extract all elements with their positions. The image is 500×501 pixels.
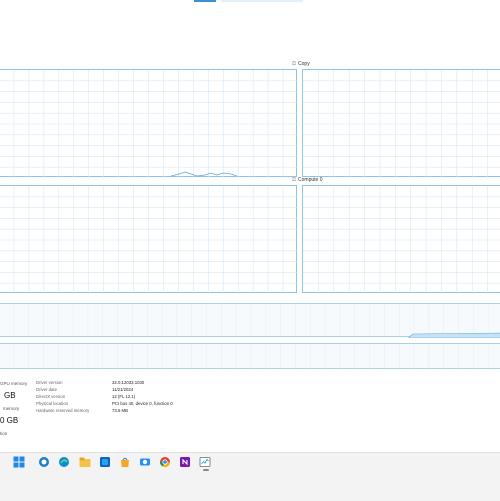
- gpu-engine-graph-3d: [0, 69, 298, 178]
- tab-other[interactable]: [221, 0, 303, 2]
- search-icon[interactable]: [38, 456, 50, 468]
- outlook-icon[interactable]: [99, 456, 111, 468]
- active-app-indicator: [203, 469, 209, 471]
- dedicated-memory-label: GPU memory: [0, 381, 28, 386]
- file-explorer-icon[interactable]: [79, 456, 91, 468]
- detail-value: PCI bus 40, device 0, function 0: [112, 401, 173, 406]
- graph-label-text: Compute 0: [298, 177, 323, 183]
- graph-grid: [0, 186, 298, 294]
- top-tab-strip: [0, 0, 500, 4]
- taskbar: [0, 452, 500, 501]
- task-manager-icon[interactable]: [199, 456, 211, 468]
- graph-grid: [0, 70, 298, 178]
- detail-value: 32.0.12033.1030: [112, 380, 145, 385]
- ms-store-icon[interactable]: [119, 456, 131, 468]
- gpu-engine-graph-copy: [302, 69, 500, 178]
- detail-key: DirectX version: [36, 394, 66, 399]
- extra-stat-label: tion: [0, 431, 8, 436]
- strip-graph: [13, 344, 489, 370]
- usage-line: [170, 171, 238, 177]
- graph-label-icon: ⎚: [292, 61, 297, 67]
- graph-label-copy: ⎚ Copy: [292, 61, 310, 67]
- camera-icon[interactable]: [139, 456, 151, 468]
- gpu-engine-graph-compute: [302, 185, 500, 294]
- graph-grid: [303, 70, 500, 178]
- dedicated-memory-value: GB: [4, 391, 16, 400]
- detail-key: Driver date: [36, 387, 58, 392]
- edge-icon[interactable]: [58, 456, 70, 468]
- graph-label-text: Copy: [298, 61, 310, 67]
- graph-label-compute: ⎚ Compute 0: [292, 177, 322, 183]
- graph-grid: [303, 186, 500, 294]
- shared-memory-value: 0 GB: [0, 416, 19, 425]
- onenote-icon[interactable]: [179, 456, 191, 468]
- start-icon[interactable]: [13, 456, 25, 468]
- detail-key: Hardware reserved memory: [36, 408, 90, 413]
- detail-value: 11/21/2024: [112, 387, 134, 392]
- detail-value: 73.6 MB: [112, 408, 129, 413]
- detail-key: Physical location: [36, 401, 69, 406]
- dedicated-memory-usage-strip: [0, 303, 500, 338]
- chrome-icon[interactable]: [159, 456, 171, 468]
- strip-graph: [13, 304, 500, 338]
- shared-memory-label: memory: [3, 406, 20, 411]
- detail-value: 12 (FL 12.1): [112, 394, 136, 399]
- shared-memory-usage-strip: [0, 343, 500, 370]
- graph-label-icon: ⎚: [292, 177, 297, 183]
- gpu-engine-graph-video: [0, 185, 298, 294]
- memory-fill: [408, 332, 500, 338]
- tab-performance-active[interactable]: [194, 0, 216, 2]
- detail-key: Driver version: [36, 380, 63, 385]
